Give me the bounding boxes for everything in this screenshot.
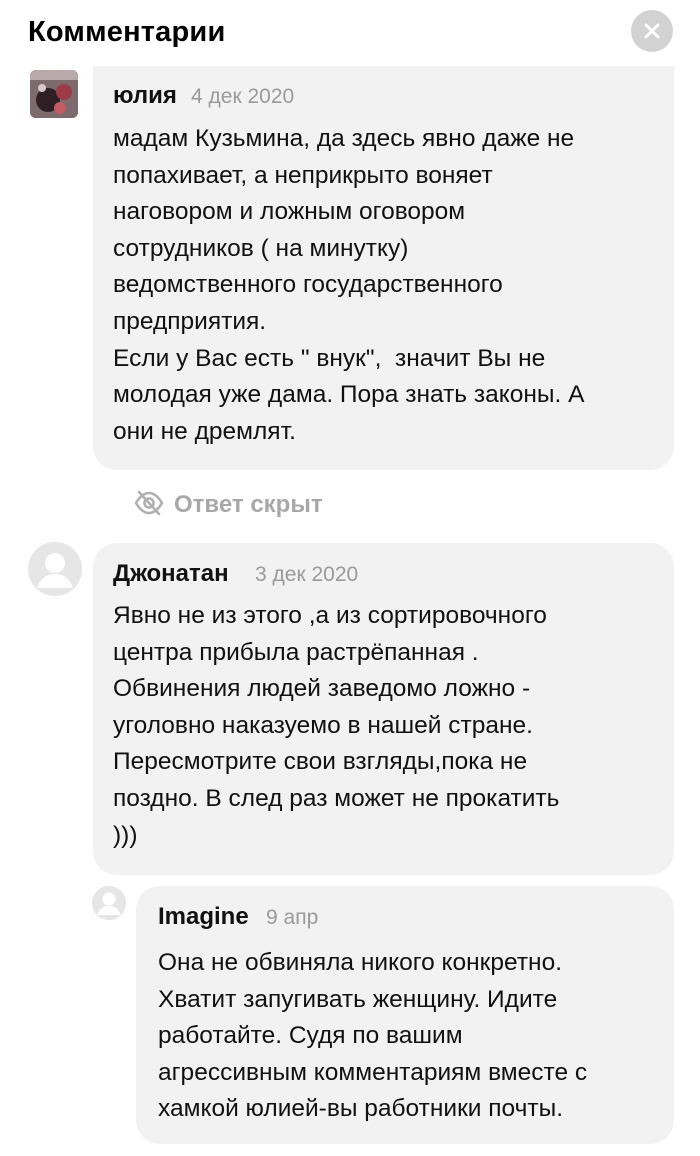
comment-date: 3 дек 2020: [255, 563, 359, 586]
reply-author[interactable]: Imagine: [158, 902, 249, 932]
default-user-avatar[interactable]: [92, 886, 126, 920]
close-icon: [644, 23, 660, 39]
reply-date: 9 апр: [266, 906, 319, 929]
comment-bubble: Джонатан 3 дек 2020 Явно не из этого ,а …: [93, 543, 674, 875]
comment-author[interactable]: юлия: [113, 81, 177, 111]
default-user-avatar[interactable]: [28, 542, 82, 596]
comment-text: Явно не из этого ,а из сортировочного це…: [113, 602, 560, 849]
reply-text: Она не обвиняла никого конкретно. Хватит…: [158, 949, 588, 1123]
reply-bubble: Imagine 9 апр Она не обвиняла никого кон…: [136, 886, 674, 1144]
comment-date: 4 дек 2020: [191, 85, 295, 108]
comment-text: мадам Кузьмина, да здесь явно даже не по…: [113, 125, 585, 445]
user-silhouette-icon: [92, 886, 126, 920]
user-avatar-photo[interactable]: [30, 70, 78, 118]
close-button[interactable]: [631, 10, 673, 52]
header: Комментарии: [0, 0, 700, 66]
user-silhouette-icon: [28, 542, 82, 596]
comment-bubble: юлия 4 дек 2020 мадам Кузьмина, да здесь…: [93, 56, 674, 470]
page-title: Комментарии: [28, 16, 226, 48]
hidden-reply-label: Ответ скрыт: [174, 491, 323, 518]
comment-author[interactable]: Джонатан: [113, 559, 229, 589]
eye-slash-icon: [134, 490, 164, 521]
hidden-reply-toggle[interactable]: Ответ скрыт: [134, 489, 323, 521]
comments-screen: юлия 4 дек 2020 мадам Кузьмина, да здесь…: [0, 0, 700, 1156]
user-photo-icon: [30, 70, 78, 118]
